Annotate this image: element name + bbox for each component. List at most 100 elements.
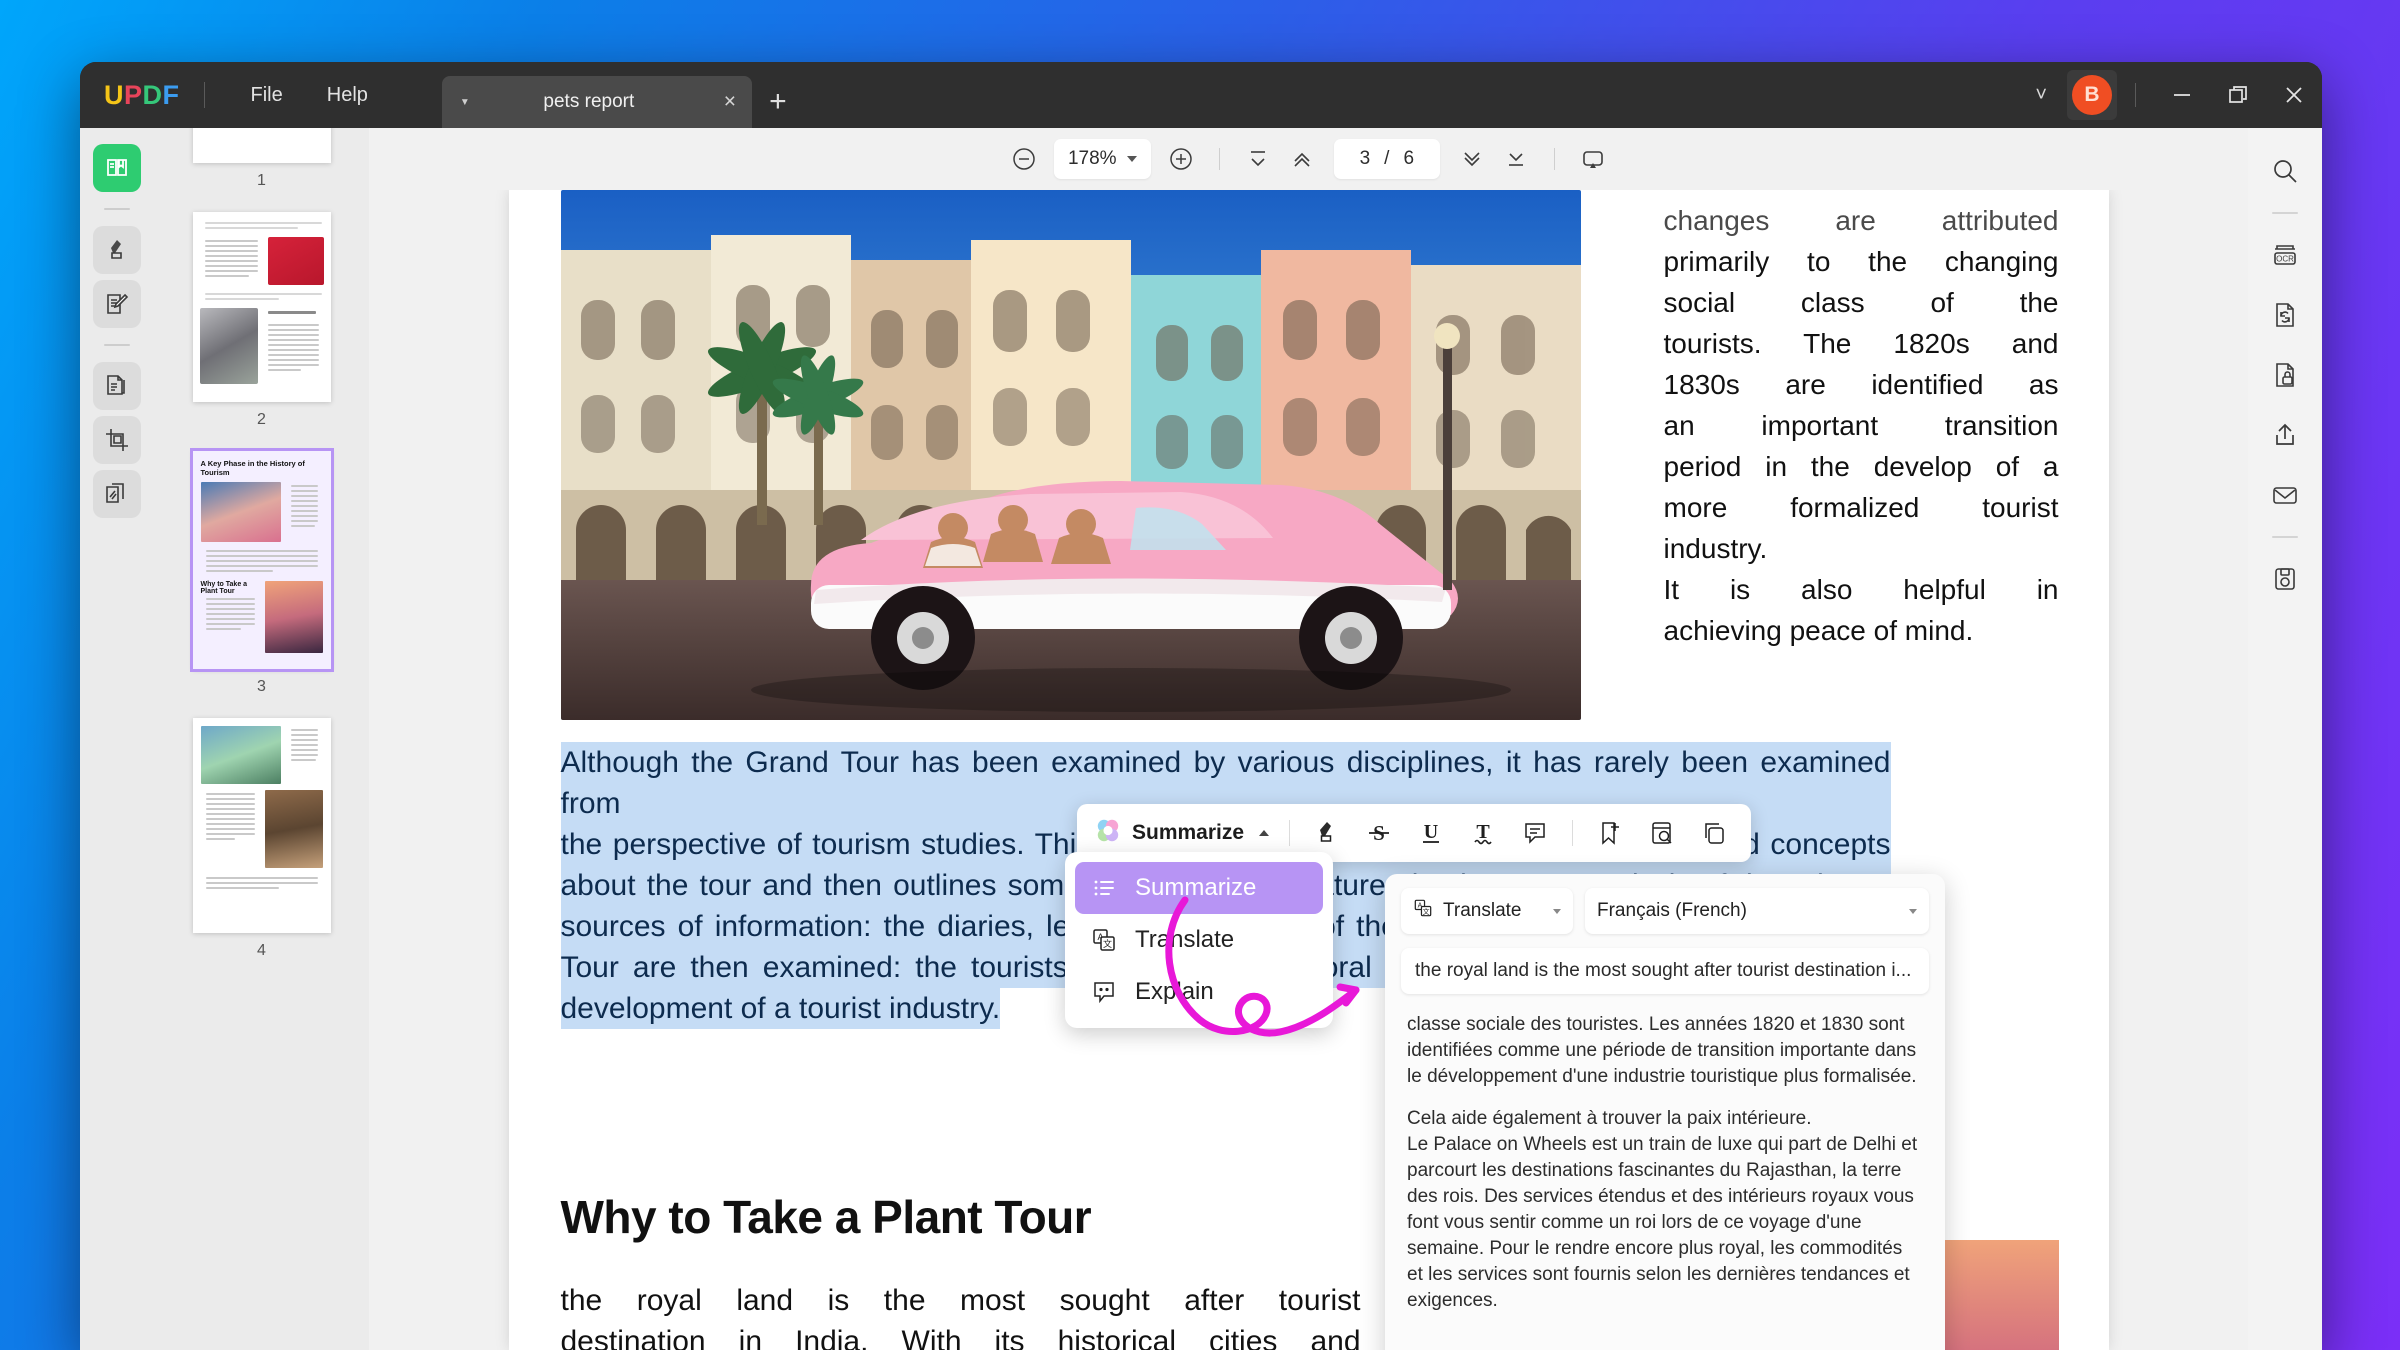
sidebar-item-edit[interactable]: [93, 280, 141, 328]
page-number-input[interactable]: 3 / 6: [1333, 139, 1441, 179]
ai-menu-label-explain: Explain: [1135, 978, 1214, 1005]
thumbnail-page-1[interactable]: [192, 128, 331, 163]
document-bottom-paragraph: the royal land is the most sought after …: [561, 1280, 1361, 1350]
next-page-button[interactable]: [1450, 137, 1494, 181]
protect-icon[interactable]: [2262, 352, 2308, 398]
translate-panel-header: A 文 Translate Français (French): [1385, 874, 1945, 944]
email-icon[interactable]: [2262, 472, 2308, 518]
logo-letter-p: P: [124, 79, 143, 110]
last-page-button[interactable]: [1494, 137, 1538, 181]
updf-logo: UPDF: [104, 80, 180, 111]
svg-text:OCR: OCR: [2276, 255, 2294, 264]
chevron-down-icon[interactable]: [1553, 908, 1561, 914]
zoom-out-button[interactable]: [1002, 137, 1046, 181]
tab-chevron-down-icon[interactable]: ▼: [460, 97, 470, 108]
ai-menu-label-translate: Translate: [1135, 926, 1235, 953]
account-button[interactable]: B: [2067, 70, 2117, 120]
menu-file[interactable]: File: [229, 77, 305, 114]
bottom-line-0: the royal land is the most sought after …: [560, 1284, 1361, 1317]
rtext-line-6: period in the develop of a: [1663, 451, 2059, 482]
logo-letter-d: D: [142, 79, 163, 110]
summarize-dropdown-button[interactable]: Summarize: [1089, 811, 1277, 855]
sidebar-item-compare[interactable]: [93, 470, 141, 518]
translate-icon: A 文: [1089, 927, 1119, 953]
sidebar-item-reader[interactable]: [93, 144, 141, 192]
tab-title: pets report: [543, 91, 635, 112]
search-document-icon[interactable]: [1637, 811, 1687, 855]
page-thumbnail-panel[interactable]: 1 2 A Key Phase in the History of Touris…: [154, 128, 369, 1350]
svg-text:U: U: [1424, 821, 1438, 843]
sidebar-item-organize[interactable]: [93, 362, 141, 410]
window-controls-group: ˅ B: [2015, 62, 2322, 128]
logo-letter-f: F: [162, 79, 180, 110]
rail-divider-1: [104, 208, 130, 210]
rtext-line-10: achieving peace of mind.: [1663, 615, 1974, 646]
copy-icon[interactable]: [1689, 811, 1739, 855]
svg-text:文: 文: [1103, 938, 1112, 949]
workspace: 1 2 A Key Phase in the History of Touris…: [80, 128, 2322, 1350]
underline-icon[interactable]: U: [1406, 811, 1456, 855]
minimize-button[interactable]: [2154, 62, 2210, 128]
zoom-level-select[interactable]: 178%: [1053, 139, 1151, 179]
source-text-field[interactable]: the royal land is the most sought after …: [1401, 948, 1929, 994]
title-bar: UPDF File Help ▼ pets report × + ˅ B: [80, 62, 2322, 128]
rtext-line-3: tourists. The 1820s and: [1663, 328, 2059, 359]
left-tool-rail: [80, 128, 154, 1350]
target-language-select[interactable]: Français (French): [1585, 888, 1929, 934]
right-rail-divider: [2272, 212, 2298, 214]
chevron-down-icon[interactable]: [1909, 908, 1917, 914]
convert-icon[interactable]: [2262, 292, 2308, 338]
thumbnail-page-4[interactable]: [192, 718, 331, 933]
share-icon[interactable]: [2262, 412, 2308, 458]
summarize-label: Summarize: [1132, 821, 1245, 844]
thumbnail-number-4: 4: [257, 942, 266, 959]
window-controls-divider: [2135, 83, 2136, 107]
save-icon[interactable]: [2262, 556, 2308, 602]
strikethrough-icon[interactable]: S: [1354, 811, 1404, 855]
ai-menu-item-explain[interactable]: Explain: [1075, 966, 1323, 1018]
previous-page-button[interactable]: [1280, 137, 1324, 181]
selected-line-5: development of a tourist industry.: [560, 988, 1001, 1029]
thumbnail-page-2[interactable]: [192, 212, 331, 402]
squiggly-underline-icon[interactable]: T: [1458, 811, 1508, 855]
presentation-mode-button[interactable]: [1571, 137, 1615, 181]
thumbnail-page-3[interactable]: A Key Phase in the History of Tourism Wh…: [189, 448, 334, 672]
rtext-line-0: changes are attributed: [1663, 205, 2059, 236]
new-tab-button[interactable]: +: [752, 76, 804, 128]
note-icon[interactable]: [1510, 811, 1560, 855]
maximize-button[interactable]: [2210, 62, 2266, 128]
page-scroll-area[interactable]: changes are attributed primarily to the …: [369, 190, 2248, 1350]
sidebar-item-crop[interactable]: [93, 416, 141, 464]
chevron-down-icon[interactable]: [1126, 156, 1137, 162]
ai-actions-menu[interactable]: Summarize A 文 Translate Explain: [1065, 852, 1333, 1028]
current-page-value: 3: [1359, 148, 1371, 169]
ai-menu-label-summarize: Summarize: [1135, 874, 1257, 901]
first-page-button[interactable]: [1236, 137, 1280, 181]
rtext-line-9: It is also helpful in: [1663, 574, 2059, 605]
ai-menu-item-translate[interactable]: A 文 Translate: [1075, 914, 1323, 966]
menu-help[interactable]: Help: [305, 77, 390, 114]
chevron-up-icon[interactable]: [1259, 830, 1270, 836]
highlight-icon[interactable]: [1302, 811, 1352, 855]
ai-translate-panel[interactable]: A 文 Translate Français (French) the roya…: [1385, 874, 1945, 1350]
close-window-button[interactable]: [2266, 62, 2322, 128]
thumbnail-number-3: 3: [257, 678, 266, 695]
rail-divider-2: [104, 344, 130, 346]
ocr-icon[interactable]: OCR: [2262, 232, 2308, 278]
sidebar-item-highlight[interactable]: [93, 226, 141, 274]
right-tool-rail: OCR: [2248, 128, 2322, 1350]
translation-result: classe sociale des touristes. Les années…: [1385, 994, 1945, 1340]
avatar: B: [2072, 75, 2112, 115]
tab-strip: ▼ pets report × +: [441, 62, 804, 128]
more-options-chevron-icon[interactable]: ˅: [2015, 84, 2067, 107]
search-icon[interactable]: [2262, 148, 2308, 194]
tab-close-icon[interactable]: ×: [708, 90, 752, 114]
rtext-line-1: primarily to the changing: [1663, 246, 2059, 277]
translate-mode-select[interactable]: A 文 Translate: [1401, 888, 1573, 934]
tab-pets-report[interactable]: ▼ pets report ×: [441, 76, 752, 128]
ai-menu-item-summarize[interactable]: Summarize: [1075, 862, 1323, 914]
zoom-in-button[interactable]: [1159, 137, 1203, 181]
thumbnail-number-2: 2: [257, 411, 266, 428]
translate-icon: A 文: [1413, 898, 1433, 924]
bookmark-add-icon[interactable]: [1585, 811, 1635, 855]
